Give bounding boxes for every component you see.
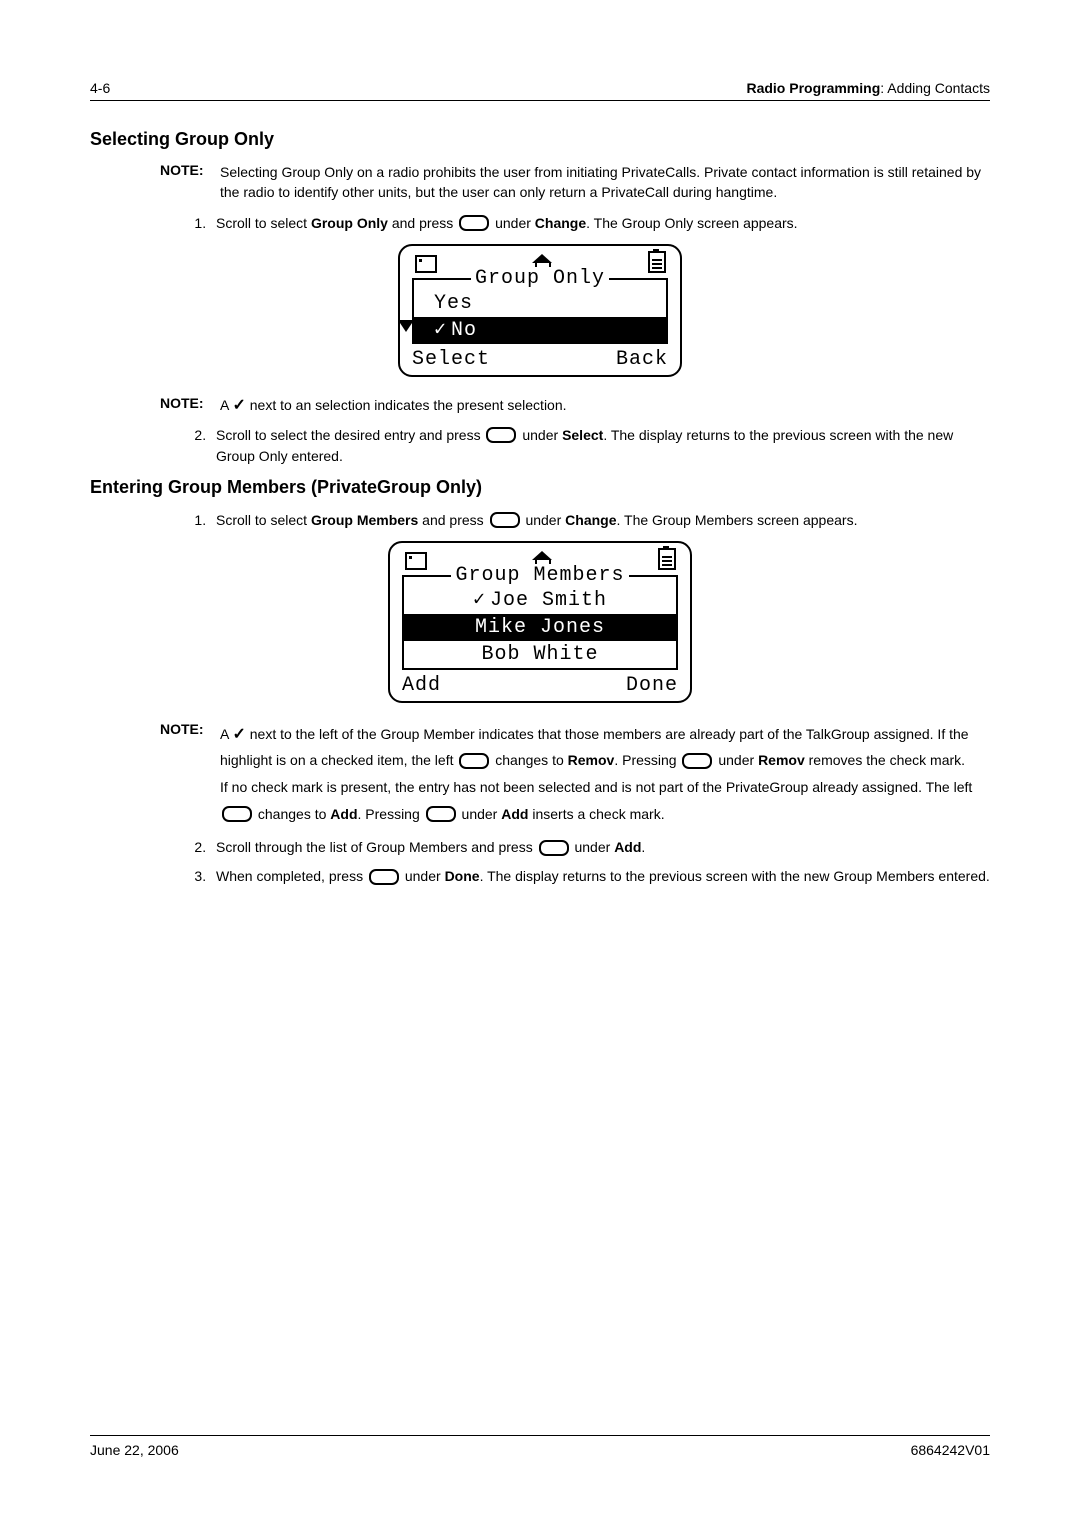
softkey-icon bbox=[459, 753, 489, 769]
member-mike-selected: Mike Jones bbox=[404, 614, 676, 641]
note-checkmark: NOTE: A ✓ next to an selection indicates… bbox=[160, 395, 990, 415]
softkey-right: Back bbox=[616, 348, 668, 371]
page-number: 4-6 bbox=[90, 80, 110, 96]
steps-group-members: Scroll to select Group Members and press… bbox=[210, 510, 990, 531]
step-gm-3: When completed, press under Done. The di… bbox=[210, 866, 990, 887]
steps-group-only: Scroll to select Group Only and press un… bbox=[210, 213, 990, 234]
note-label: NOTE: bbox=[160, 721, 220, 827]
section-entering-group-members: Entering Group Members (PrivateGroup Onl… bbox=[90, 477, 990, 498]
footer-docnum: 6864242V01 bbox=[911, 1442, 990, 1458]
note-text: Selecting Group Only on a radio prohibit… bbox=[220, 162, 990, 203]
check-icon: ✓ bbox=[232, 398, 245, 414]
lcd-title: Group Only bbox=[471, 267, 609, 290]
softkey-icon bbox=[426, 806, 456, 822]
softkey-icon bbox=[369, 869, 399, 885]
softkey-icon bbox=[459, 215, 489, 231]
page-header: 4-6 Radio Programming: Adding Contacts bbox=[90, 80, 990, 101]
softkey-icon bbox=[682, 753, 712, 769]
check-icon: ✓ bbox=[232, 727, 245, 743]
softkey-left: Add bbox=[402, 674, 441, 697]
lcd-group-only: Group Only Yes No Select Back bbox=[90, 244, 990, 377]
member-joe: Joe Smith bbox=[404, 587, 676, 614]
lcd-group-members: Group Members Joe Smith Mike Jones Bob W… bbox=[90, 541, 990, 703]
softkey-icon bbox=[486, 427, 516, 443]
softkey-icon bbox=[490, 512, 520, 528]
step-gm-1: Scroll to select Group Members and press… bbox=[210, 510, 990, 531]
option-no-selected: No bbox=[412, 317, 668, 344]
footer-date: June 22, 2006 bbox=[90, 1442, 179, 1458]
note-group-only: NOTE: Selecting Group Only on a radio pr… bbox=[160, 162, 990, 203]
steps-group-members-2: Scroll through the list of Group Members… bbox=[210, 837, 990, 887]
softkey-icon bbox=[539, 840, 569, 856]
note-label: NOTE: bbox=[160, 395, 220, 415]
header-title: Radio Programming: Adding Contacts bbox=[746, 80, 990, 96]
step-gm-2: Scroll through the list of Group Members… bbox=[210, 837, 990, 858]
page-footer: June 22, 2006 6864242V01 bbox=[90, 1435, 990, 1458]
softkey-icon bbox=[222, 806, 252, 822]
softkey-right: Done bbox=[626, 674, 678, 697]
lcd-title: Group Members bbox=[451, 564, 628, 587]
note-group-member-check: NOTE: A ✓ next to the left of the Group … bbox=[160, 721, 990, 827]
steps-group-only-2: Scroll to select the desired entry and p… bbox=[210, 425, 990, 467]
step-1: Scroll to select Group Only and press un… bbox=[210, 213, 990, 234]
option-yes: Yes bbox=[414, 290, 666, 317]
section-selecting-group-only: Selecting Group Only bbox=[90, 129, 990, 150]
member-bob: Bob White bbox=[404, 641, 676, 668]
note-text: A ✓ next to an selection indicates the p… bbox=[220, 395, 990, 415]
note-label: NOTE: bbox=[160, 162, 220, 203]
step-2: Scroll to select the desired entry and p… bbox=[210, 425, 990, 467]
softkey-left: Select bbox=[412, 348, 490, 371]
note-text: A ✓ next to the left of the Group Member… bbox=[220, 721, 990, 827]
